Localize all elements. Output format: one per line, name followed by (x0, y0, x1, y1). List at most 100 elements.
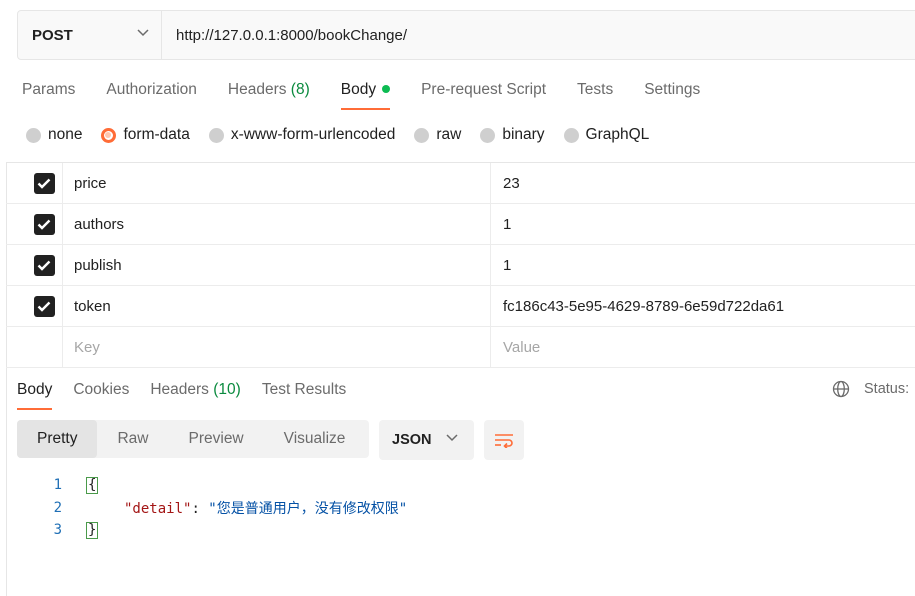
row-checkbox[interactable] (33, 213, 55, 235)
tab-pre-request-script[interactable]: Pre-request Script (421, 80, 546, 110)
radio-label: binary (502, 126, 545, 143)
view-mode-pretty[interactable]: Pretty (17, 420, 98, 458)
row-checkbox-cell (6, 204, 63, 244)
table-row: authors 1 (6, 204, 915, 245)
row-checkbox-cell (6, 245, 63, 285)
row-checkbox[interactable] (33, 172, 55, 194)
value-field[interactable]: 1 (491, 216, 511, 233)
radio-none[interactable]: none (26, 126, 82, 144)
json-value: "您是普通用户，没有修改权限" (208, 500, 408, 517)
chevron-down-icon (446, 434, 458, 442)
radio-circle-selected (101, 127, 117, 143)
method-select[interactable]: POST (18, 11, 162, 59)
tab-label: Headers (150, 381, 209, 398)
row-checkbox[interactable] (33, 254, 55, 276)
json-colon: : (191, 500, 209, 517)
request-url-bar: POST http://127.0.0.1:8000/bookChange/ (17, 10, 915, 60)
active-tab-underline (340, 108, 391, 110)
line-number: 2 (53, 499, 62, 516)
tab-label: Authorization (106, 81, 197, 98)
request-tabs: Params Authorization Headers (8) Body Pr… (22, 80, 731, 110)
tab-tests[interactable]: Tests (577, 80, 613, 110)
open-brace: { (86, 476, 99, 494)
code-content: "detail": "您是普通用户，没有修改权限" (124, 498, 407, 518)
table-row: publish 1 (6, 245, 915, 286)
tab-label: Body (17, 381, 53, 398)
key-field[interactable]: authors (63, 204, 491, 244)
tab-params[interactable]: Params (22, 80, 75, 110)
code-line: 1 { (0, 474, 407, 497)
active-tab-underline (17, 408, 53, 410)
tab-label: Pre-request Script (421, 81, 547, 98)
radio-label: x-www-form-urlencoded (230, 126, 396, 143)
headers-count: (10) (213, 381, 241, 398)
body-type-radios: none form-data x-www-form-urlencoded raw… (26, 126, 668, 144)
tab-label: Body (340, 81, 377, 98)
headers-count: (8) (290, 81, 310, 98)
radio-raw[interactable]: raw (414, 126, 461, 144)
view-mode-raw[interactable]: Raw (97, 420, 168, 458)
tab-label: Cookies (73, 381, 130, 398)
response-tab-test-results[interactable]: Test Results (262, 381, 346, 410)
value-field[interactable]: 1 (491, 257, 511, 274)
table-row: price 23 (6, 163, 915, 204)
format-select[interactable]: JSON (379, 420, 474, 460)
chevron-down-icon (137, 29, 149, 37)
radio-binary[interactable]: binary (480, 126, 545, 144)
value-field[interactable]: fc186c43-5e95-4629-8789-6e59d722da61 (491, 298, 784, 315)
tab-authorization[interactable]: Authorization (106, 80, 196, 110)
tab-label: Settings (644, 81, 701, 98)
response-code-view: 1 { 2 "detail": "您是普通用户，没有修改权限" 3 } (0, 474, 407, 542)
radio-label: none (48, 126, 83, 143)
new-row: Key Value (6, 327, 915, 368)
check-icon (37, 219, 51, 230)
line-number: 3 (53, 522, 62, 539)
check-icon (37, 260, 51, 271)
new-value-input[interactable]: Value (491, 339, 540, 356)
form-data-table: price 23 authors 1 publish 1 token fc186… (6, 162, 915, 368)
radio-label: form-data (123, 126, 190, 143)
row-checkbox-cell (6, 327, 63, 367)
tab-label: Test Results (261, 381, 347, 398)
response-status: Status: (832, 380, 909, 398)
tab-body[interactable]: Body (340, 80, 391, 110)
radio-form-data[interactable]: form-data (101, 126, 190, 144)
wrap-lines-button[interactable] (484, 420, 524, 460)
value-field[interactable]: 23 (491, 175, 520, 192)
key-field[interactable]: price (63, 163, 491, 203)
globe-icon[interactable] (832, 380, 850, 398)
radio-label: raw (436, 126, 462, 143)
view-mode-visualize[interactable]: Visualize (264, 420, 366, 458)
key-field[interactable]: token (63, 286, 491, 326)
format-label: JSON (392, 432, 432, 448)
check-icon (37, 301, 51, 312)
key-field[interactable]: publish (63, 245, 491, 285)
tab-label: Headers (227, 81, 287, 98)
body-indicator-dot (382, 84, 391, 93)
row-checkbox-cell (6, 286, 63, 326)
response-tabs: Body Cookies Headers (10) Test Results (17, 381, 367, 410)
view-mode-selector: Pretty Raw Preview Visualize (17, 420, 369, 458)
new-key-input[interactable]: Key (63, 327, 491, 367)
table-row: token fc186c43-5e95-4629-8789-6e59d722da… (6, 286, 915, 327)
row-checkbox-cell (6, 163, 63, 203)
response-tab-headers[interactable]: Headers (10) (150, 381, 240, 410)
tab-label: Params (22, 81, 76, 98)
radio-circle (563, 127, 579, 143)
tab-settings[interactable]: Settings (644, 80, 700, 110)
row-checkbox[interactable] (33, 295, 55, 317)
radio-circle (26, 127, 41, 143)
radio-circle (414, 127, 430, 143)
radio-circle (208, 127, 224, 143)
response-tab-body[interactable]: Body (17, 381, 53, 410)
tab-headers[interactable]: Headers (8) (228, 80, 310, 110)
status-label: Status: (864, 381, 910, 397)
radio-x-www-form-urlencoded[interactable]: x-www-form-urlencoded (208, 126, 396, 144)
view-mode-preview[interactable]: Preview (169, 420, 264, 458)
response-tab-cookies[interactable]: Cookies (73, 381, 129, 410)
wrap-lines-icon (495, 434, 513, 448)
code-line: 2 "detail": "您是普通用户，没有修改权限" (0, 497, 408, 520)
url-input[interactable]: http://127.0.0.1:8000/bookChange/ (162, 27, 407, 44)
method-label: POST (32, 26, 73, 44)
radio-graphql[interactable]: GraphQL (563, 126, 649, 144)
